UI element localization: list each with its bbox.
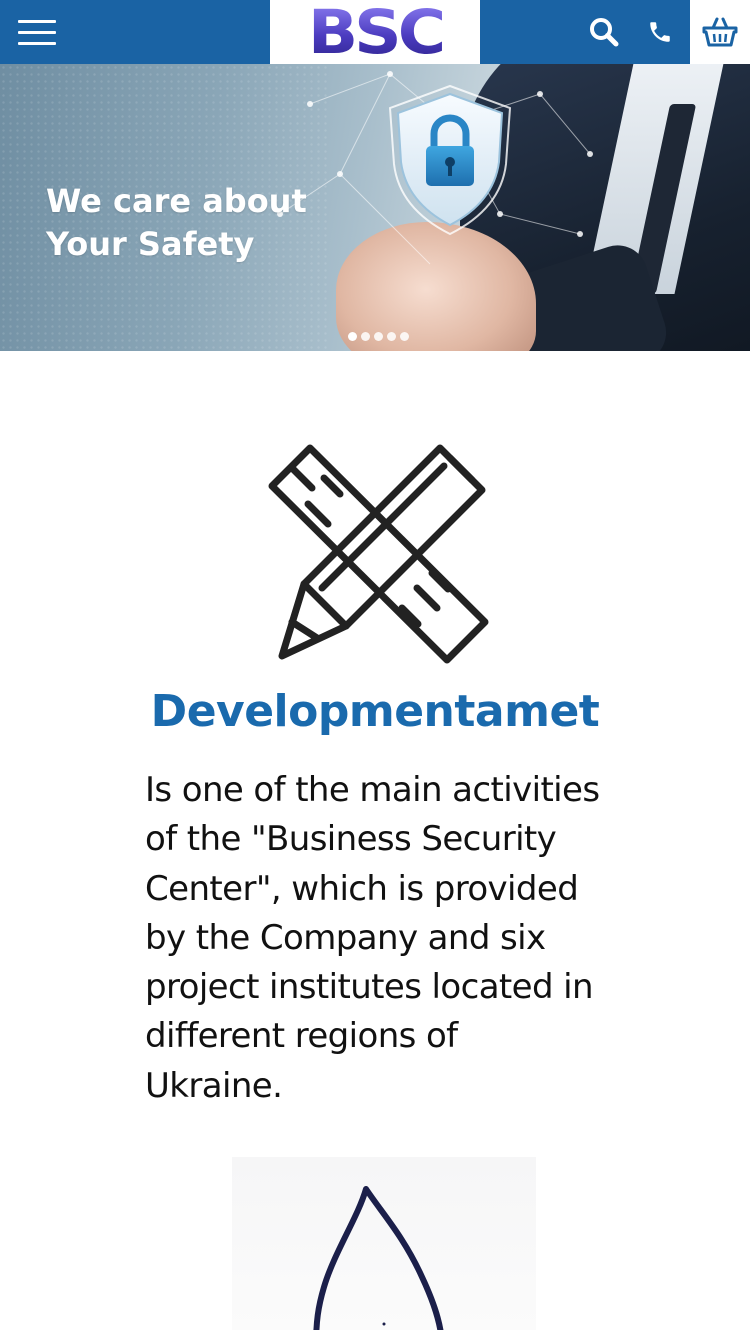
top-header: BSC (0, 0, 750, 64)
slider-dot[interactable] (348, 332, 357, 341)
description-line: Center", which is provided (145, 868, 579, 909)
service-description: Is one of the main activities of the "Bus… (145, 766, 615, 1111)
slider-dot[interactable] (374, 332, 383, 341)
hamburger-menu-icon[interactable] (18, 20, 58, 48)
description-line: of the "Business Security (145, 819, 557, 860)
slider-dot[interactable] (361, 332, 370, 341)
hero-headline: We care about Your Safety (46, 180, 307, 266)
description-line: by the Company and six (145, 917, 546, 958)
phone-button[interactable] (636, 0, 684, 64)
description-line: project institutes located in (145, 967, 594, 1008)
menu-line (18, 42, 56, 45)
description-line: Is one of the main activities (145, 770, 600, 810)
search-button[interactable] (580, 0, 628, 64)
service-title: Developmentamet (150, 686, 600, 737)
cart-button[interactable] (690, 0, 750, 64)
hero-line-1: We care about (46, 182, 307, 220)
hero-line-2: Your Safety (46, 225, 255, 263)
logo: BSC (307, 0, 446, 68)
slider-dot[interactable] (387, 332, 396, 341)
flame-icon (313, 1186, 444, 1330)
description-line: different regions of (145, 1016, 458, 1057)
description-line: Ukraine. (145, 1065, 283, 1106)
slider-pagination (348, 332, 409, 341)
menu-line (18, 20, 56, 23)
menu-line (18, 31, 56, 34)
logo-link[interactable]: BSC (270, 0, 480, 64)
phone-icon (650, 22, 670, 42)
search-icon (590, 18, 619, 47)
hero-slider[interactable]: We care about Your Safety (0, 64, 750, 351)
slider-dot[interactable] (400, 332, 409, 341)
shield-lock-icon (388, 84, 512, 236)
pencil-ruler-icon (268, 444, 489, 664)
shopping-basket-icon (702, 17, 738, 47)
